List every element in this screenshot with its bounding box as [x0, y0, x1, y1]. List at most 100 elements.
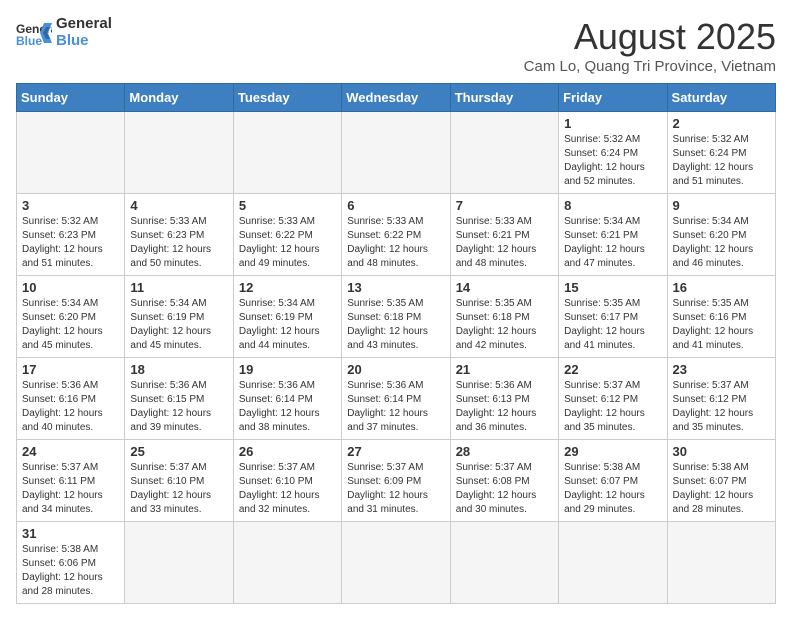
- calendar-cell: 20 Sunrise: 5:36 AM Sunset: 6:14 PM Dayli…: [342, 358, 450, 440]
- day-info: Sunrise: 5:36 AM Sunset: 6:16 PM Dayligh…: [22, 379, 119, 435]
- day-info: Sunrise: 5:34 AM Sunset: 6:20 PM Dayligh…: [22, 297, 119, 353]
- day-info: Sunrise: 5:38 AM Sunset: 6:06 PM Dayligh…: [22, 543, 119, 599]
- day-number: 12: [239, 280, 336, 295]
- day-info: Sunrise: 5:37 AM Sunset: 6:08 PM Dayligh…: [456, 461, 553, 517]
- day-info: Sunrise: 5:33 AM Sunset: 6:22 PM Dayligh…: [347, 215, 444, 271]
- calendar-cell: [342, 522, 450, 604]
- day-info: Sunrise: 5:36 AM Sunset: 6:13 PM Dayligh…: [456, 379, 553, 435]
- calendar-cell: 3Sunrise: 5:32 AM Sunset: 6:23 PM Daylig…: [17, 194, 125, 276]
- day-number: 24: [22, 444, 119, 459]
- day-info: Sunrise: 5:37 AM Sunset: 6:12 PM Dayligh…: [564, 379, 661, 435]
- calendar-cell: 26 Sunrise: 5:37 AM Sunset: 6:10 PM Dayli…: [233, 440, 341, 522]
- day-info: Sunrise: 5:35 AM Sunset: 6:16 PM Dayligh…: [673, 297, 770, 353]
- day-number: 25: [130, 444, 227, 459]
- calendar-title: August 2025: [524, 16, 776, 58]
- day-number: 15: [564, 280, 661, 295]
- calendar-cell: 27Sunrise: 5:37 AM Sunset: 6:09 PM Dayli…: [342, 440, 450, 522]
- day-header-wednesday: Wednesday: [342, 84, 450, 112]
- day-number: 14: [456, 280, 553, 295]
- calendar-cell: [450, 522, 558, 604]
- calendar-cell: [125, 522, 233, 604]
- day-number: 22: [564, 362, 661, 377]
- day-number: 29: [564, 444, 661, 459]
- calendar-cell: 29 Sunrise: 5:38 AM Sunset: 6:07 PM Dayli…: [559, 440, 667, 522]
- page-header: General Blue General Blue August 2025 Ca…: [16, 16, 776, 75]
- day-header-tuesday: Tuesday: [233, 84, 341, 112]
- day-number: 19: [239, 362, 336, 377]
- calendar-cell: [559, 522, 667, 604]
- day-number: 11: [130, 280, 227, 295]
- calendar-cell: 9 Sunrise: 5:34 AM Sunset: 6:20 PM Daylig…: [667, 194, 775, 276]
- svg-text:Blue: Blue: [16, 34, 42, 47]
- day-info: Sunrise: 5:35 AM Sunset: 6:17 PM Dayligh…: [564, 297, 661, 353]
- day-number: 6: [347, 198, 444, 213]
- calendar-cell: 15 Sunrise: 5:35 AM Sunset: 6:17 PM Dayli…: [559, 276, 667, 358]
- calendar-cell: [233, 522, 341, 604]
- logo-general-text: General: [56, 16, 112, 33]
- day-number: 13: [347, 280, 444, 295]
- calendar-body: 1Sunrise: 5:32 AM Sunset: 6:24 PM Daylig…: [17, 112, 776, 604]
- calendar-cell: 13 Sunrise: 5:35 AM Sunset: 6:18 PM Dayli…: [342, 276, 450, 358]
- day-header-sunday: Sunday: [17, 84, 125, 112]
- logo: General Blue General Blue: [16, 16, 112, 49]
- calendar-cell: 6 Sunrise: 5:33 AM Sunset: 6:22 PM Daylig…: [342, 194, 450, 276]
- calendar-cell: 19Sunrise: 5:36 AM Sunset: 6:14 PM Dayli…: [233, 358, 341, 440]
- day-header-monday: Monday: [125, 84, 233, 112]
- calendar-cell: 24 Sunrise: 5:37 AM Sunset: 6:11 PM Dayli…: [17, 440, 125, 522]
- logo-icon: General Blue: [16, 19, 52, 47]
- calendar-week-row: 3Sunrise: 5:32 AM Sunset: 6:23 PM Daylig…: [17, 194, 776, 276]
- day-info: Sunrise: 5:35 AM Sunset: 6:18 PM Dayligh…: [456, 297, 553, 353]
- day-info: Sunrise: 5:37 AM Sunset: 6:10 PM Dayligh…: [130, 461, 227, 517]
- day-number: 8: [564, 198, 661, 213]
- calendar-cell: [125, 112, 233, 194]
- calendar-cell: 14 Sunrise: 5:35 AM Sunset: 6:18 PM Dayli…: [450, 276, 558, 358]
- calendar-cell: 17 Sunrise: 5:36 AM Sunset: 6:16 PM Dayli…: [17, 358, 125, 440]
- day-info: Sunrise: 5:32 AM Sunset: 6:24 PM Dayligh…: [564, 133, 661, 189]
- calendar-week-row: 24 Sunrise: 5:37 AM Sunset: 6:11 PM Dayli…: [17, 440, 776, 522]
- day-number: 28: [456, 444, 553, 459]
- day-info: Sunrise: 5:34 AM Sunset: 6:21 PM Dayligh…: [564, 215, 661, 271]
- day-number: 23: [673, 362, 770, 377]
- day-number: 10: [22, 280, 119, 295]
- calendar-subtitle: Cam Lo, Quang Tri Province, Vietnam: [524, 58, 776, 75]
- calendar-week-row: 31Sunrise: 5:38 AM Sunset: 6:06 PM Dayli…: [17, 522, 776, 604]
- calendar-cell: [667, 522, 775, 604]
- day-info: Sunrise: 5:37 AM Sunset: 6:10 PM Dayligh…: [239, 461, 336, 517]
- title-section: August 2025 Cam Lo, Quang Tri Province, …: [524, 16, 776, 75]
- day-info: Sunrise: 5:38 AM Sunset: 6:07 PM Dayligh…: [564, 461, 661, 517]
- day-number: 2: [673, 116, 770, 131]
- calendar-cell: 8 Sunrise: 5:34 AM Sunset: 6:21 PM Daylig…: [559, 194, 667, 276]
- day-header-thursday: Thursday: [450, 84, 558, 112]
- calendar-cell: 31Sunrise: 5:38 AM Sunset: 6:06 PM Dayli…: [17, 522, 125, 604]
- day-info: Sunrise: 5:36 AM Sunset: 6:15 PM Dayligh…: [130, 379, 227, 435]
- day-number: 26: [239, 444, 336, 459]
- day-number: 27: [347, 444, 444, 459]
- calendar-cell: 10 Sunrise: 5:34 AM Sunset: 6:20 PM Dayli…: [17, 276, 125, 358]
- calendar-cell: 4Sunrise: 5:33 AM Sunset: 6:23 PM Daylig…: [125, 194, 233, 276]
- day-info: Sunrise: 5:33 AM Sunset: 6:21 PM Dayligh…: [456, 215, 553, 271]
- day-number: 17: [22, 362, 119, 377]
- calendar-cell: 21 Sunrise: 5:36 AM Sunset: 6:13 PM Dayli…: [450, 358, 558, 440]
- day-info: Sunrise: 5:34 AM Sunset: 6:20 PM Dayligh…: [673, 215, 770, 271]
- day-number: 16: [673, 280, 770, 295]
- calendar-cell: [342, 112, 450, 194]
- day-header-saturday: Saturday: [667, 84, 775, 112]
- calendar-table: SundayMondayTuesdayWednesdayThursdayFrid…: [16, 83, 776, 604]
- calendar-week-row: 1Sunrise: 5:32 AM Sunset: 6:24 PM Daylig…: [17, 112, 776, 194]
- calendar-cell: 1Sunrise: 5:32 AM Sunset: 6:24 PM Daylig…: [559, 112, 667, 194]
- day-info: Sunrise: 5:38 AM Sunset: 6:07 PM Dayligh…: [673, 461, 770, 517]
- calendar-cell: 2Sunrise: 5:32 AM Sunset: 6:24 PM Daylig…: [667, 112, 775, 194]
- day-number: 21: [456, 362, 553, 377]
- day-info: Sunrise: 5:37 AM Sunset: 6:11 PM Dayligh…: [22, 461, 119, 517]
- day-info: Sunrise: 5:35 AM Sunset: 6:18 PM Dayligh…: [347, 297, 444, 353]
- calendar-cell: [17, 112, 125, 194]
- calendar-week-row: 10 Sunrise: 5:34 AM Sunset: 6:20 PM Dayli…: [17, 276, 776, 358]
- calendar-week-row: 17 Sunrise: 5:36 AM Sunset: 6:16 PM Dayli…: [17, 358, 776, 440]
- day-info: Sunrise: 5:33 AM Sunset: 6:23 PM Dayligh…: [130, 215, 227, 271]
- day-number: 9: [673, 198, 770, 213]
- day-info: Sunrise: 5:36 AM Sunset: 6:14 PM Dayligh…: [347, 379, 444, 435]
- calendar-cell: 30 Sunrise: 5:38 AM Sunset: 6:07 PM Dayli…: [667, 440, 775, 522]
- day-number: 30: [673, 444, 770, 459]
- day-number: 20: [347, 362, 444, 377]
- calendar-cell: 18Sunrise: 5:36 AM Sunset: 6:15 PM Dayli…: [125, 358, 233, 440]
